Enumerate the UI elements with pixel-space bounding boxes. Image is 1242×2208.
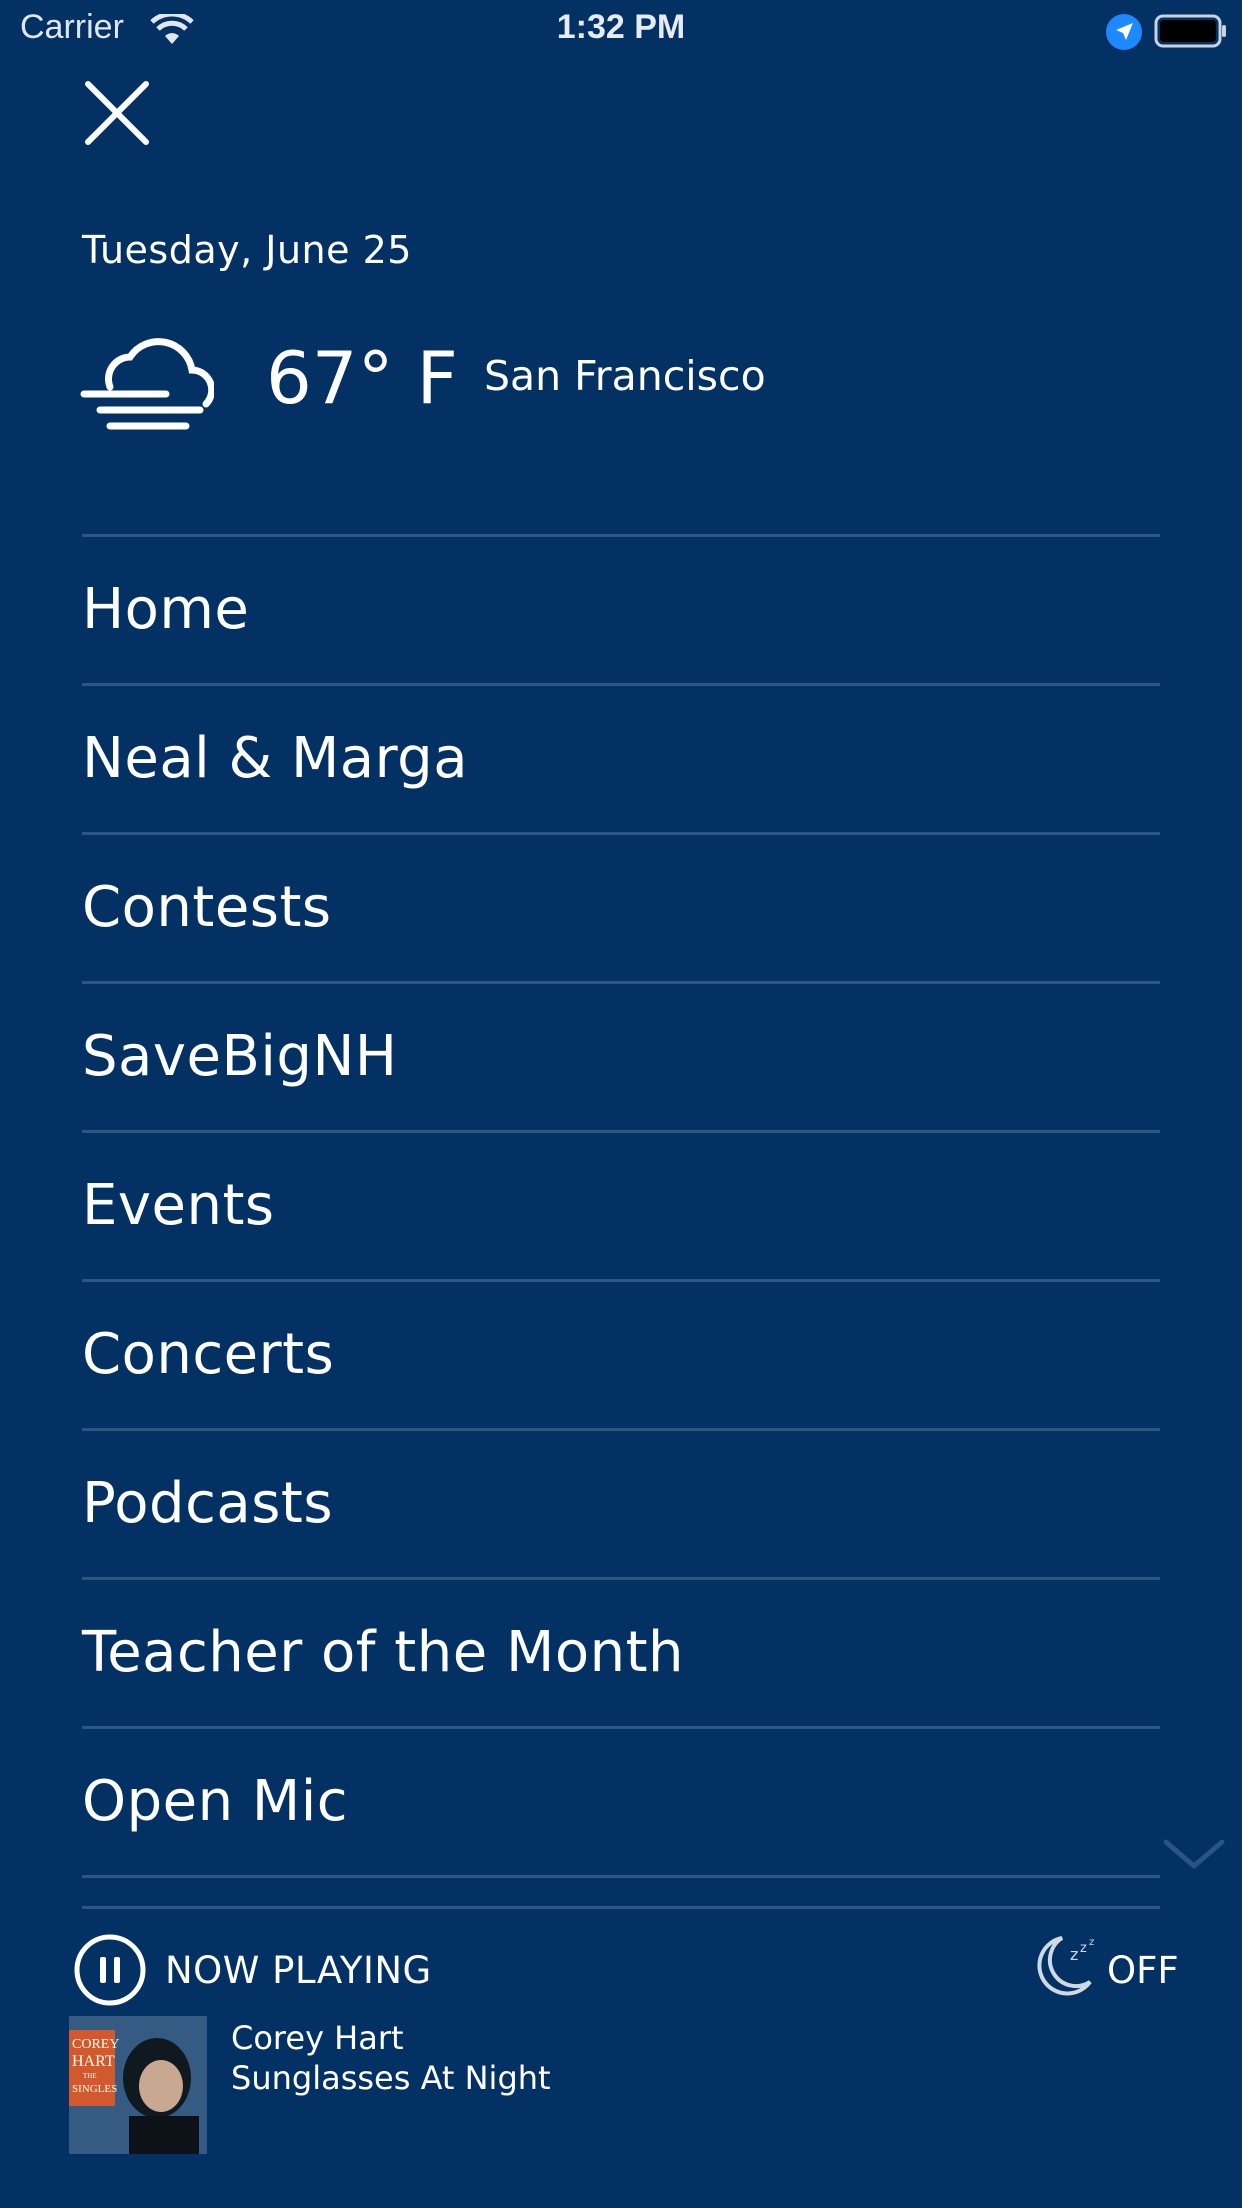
status-time: 1:32 PM bbox=[556, 8, 686, 46]
menu-divider bbox=[82, 1875, 1160, 1878]
menu-item-label: Podcasts bbox=[82, 1471, 333, 1536]
menu-item-label: Teacher of the Month bbox=[82, 1620, 685, 1685]
menu-item-savebignh[interactable]: SaveBigNH bbox=[82, 981, 1160, 1130]
menu-item-events[interactable]: Events bbox=[82, 1130, 1160, 1279]
menu-item-teacher-of-the-month[interactable]: Teacher of the Month bbox=[82, 1577, 1160, 1726]
sleep-timer-label[interactable]: OFF bbox=[1107, 1949, 1179, 1992]
menu-item-label: Home bbox=[82, 577, 250, 642]
album-text: HART bbox=[72, 2053, 115, 2070]
now-playing-label: NOW PLAYING bbox=[165, 1949, 432, 1992]
menu-item-label: Contests bbox=[82, 875, 332, 940]
svg-text:z: z bbox=[1089, 1937, 1094, 1948]
location-icon bbox=[1106, 14, 1142, 50]
svg-text:z: z bbox=[1080, 1941, 1087, 1956]
album-text: SINGLES bbox=[72, 2083, 117, 2095]
menu-item-contests[interactable]: Contests bbox=[82, 832, 1160, 981]
menu-item-label: Open Mic bbox=[82, 1769, 349, 1834]
album-cover-image: COREY HART THE SINGLES bbox=[69, 2016, 207, 2154]
temperature: 67° F bbox=[266, 336, 458, 420]
album-art[interactable]: COREY HART THE SINGLES bbox=[69, 2016, 207, 2154]
weather-location: San Francisco bbox=[484, 352, 766, 400]
menu-item-concerts[interactable]: Concerts bbox=[82, 1279, 1160, 1428]
menu-item-label: Neal & Marga bbox=[82, 726, 469, 791]
album-text: THE bbox=[83, 2072, 97, 2080]
sleep-timer-icon[interactable]: z z z bbox=[1032, 1932, 1106, 1998]
pause-icon[interactable] bbox=[73, 1933, 147, 2007]
menu-item-label: Events bbox=[82, 1173, 275, 1238]
cloud-fog-icon bbox=[80, 338, 214, 430]
current-date: Tuesday, June 25 bbox=[82, 228, 412, 272]
menu-item-podcasts[interactable]: Podcasts bbox=[82, 1428, 1160, 1577]
album-text: COREY bbox=[72, 2037, 119, 2052]
chevron-down-icon[interactable] bbox=[1162, 1836, 1226, 1872]
status-bar: Carrier 1:32 PM bbox=[0, 0, 1242, 62]
menu-item-label: Concerts bbox=[82, 1322, 335, 1387]
player-divider bbox=[82, 1906, 1160, 1909]
menu-item-neal-marga[interactable]: Neal & Marga bbox=[82, 683, 1160, 832]
nav-menu: Home Neal & Marga Contests SaveBigNH Eve… bbox=[82, 534, 1160, 1878]
svg-text:z: z bbox=[1070, 1945, 1078, 1964]
track-title: Sunglasses At Night bbox=[231, 2059, 551, 2097]
close-icon[interactable] bbox=[82, 78, 152, 148]
track-artist: Corey Hart bbox=[231, 2019, 404, 2057]
menu-item-home[interactable]: Home bbox=[82, 534, 1160, 683]
menu-item-open-mic[interactable]: Open Mic bbox=[82, 1726, 1160, 1875]
menu-item-label: SaveBigNH bbox=[82, 1024, 398, 1089]
battery-icon bbox=[1154, 14, 1226, 48]
